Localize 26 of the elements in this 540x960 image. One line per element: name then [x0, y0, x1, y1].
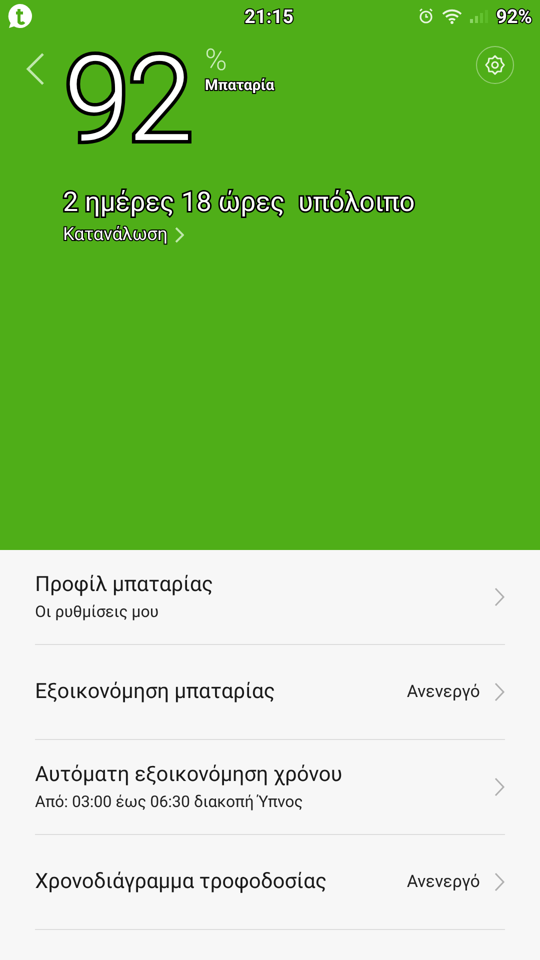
setting-title[interactable]: Χρονοδιάγραμμα τροφοδοσίας	[35, 870, 407, 894]
settings-button[interactable]	[476, 46, 514, 84]
setting-value: Ανενεργό	[406, 872, 480, 892]
setting-subtitle: Από: 03:00 έως 06:30 διακοπή Ύπνος	[35, 792, 304, 811]
percent-sign: %	[204, 46, 228, 76]
setting-value: Ανενεργό	[406, 682, 480, 702]
battery-level-number: 92	[64, 44, 191, 156]
chevron-right-icon[interactable]	[494, 682, 505, 702]
setting-title[interactable]: Προφίλ μπαταρίας	[35, 573, 494, 597]
setting-title[interactable]: Αυτόματη εξοικονόμηση χρόνου	[35, 763, 494, 787]
chevron-right-icon[interactable]	[494, 872, 505, 892]
chevron-right-icon[interactable]	[494, 587, 505, 607]
back-button[interactable]	[24, 52, 46, 86]
alarm-icon	[418, 8, 434, 24]
setting-subtitle: Οι ρυθμίσεις μου	[35, 602, 160, 621]
battery-percentage: 92%	[496, 4, 532, 28]
chevron-right-icon	[174, 226, 184, 242]
signal-icon	[470, 9, 488, 23]
battery-label: Μπαταρία	[204, 76, 274, 94]
wifi-icon	[442, 8, 462, 24]
settings-icon	[484, 54, 506, 76]
remaining-time: 2 ημέρες 18 ώρες υπόλοιπο	[63, 186, 415, 218]
clock-time: 21:15	[244, 4, 294, 28]
setting-title[interactable]: Εξοικονόμηση μπαταρίας	[35, 680, 407, 704]
back-icon	[24, 52, 46, 86]
chevron-right-icon[interactable]	[494, 777, 505, 797]
